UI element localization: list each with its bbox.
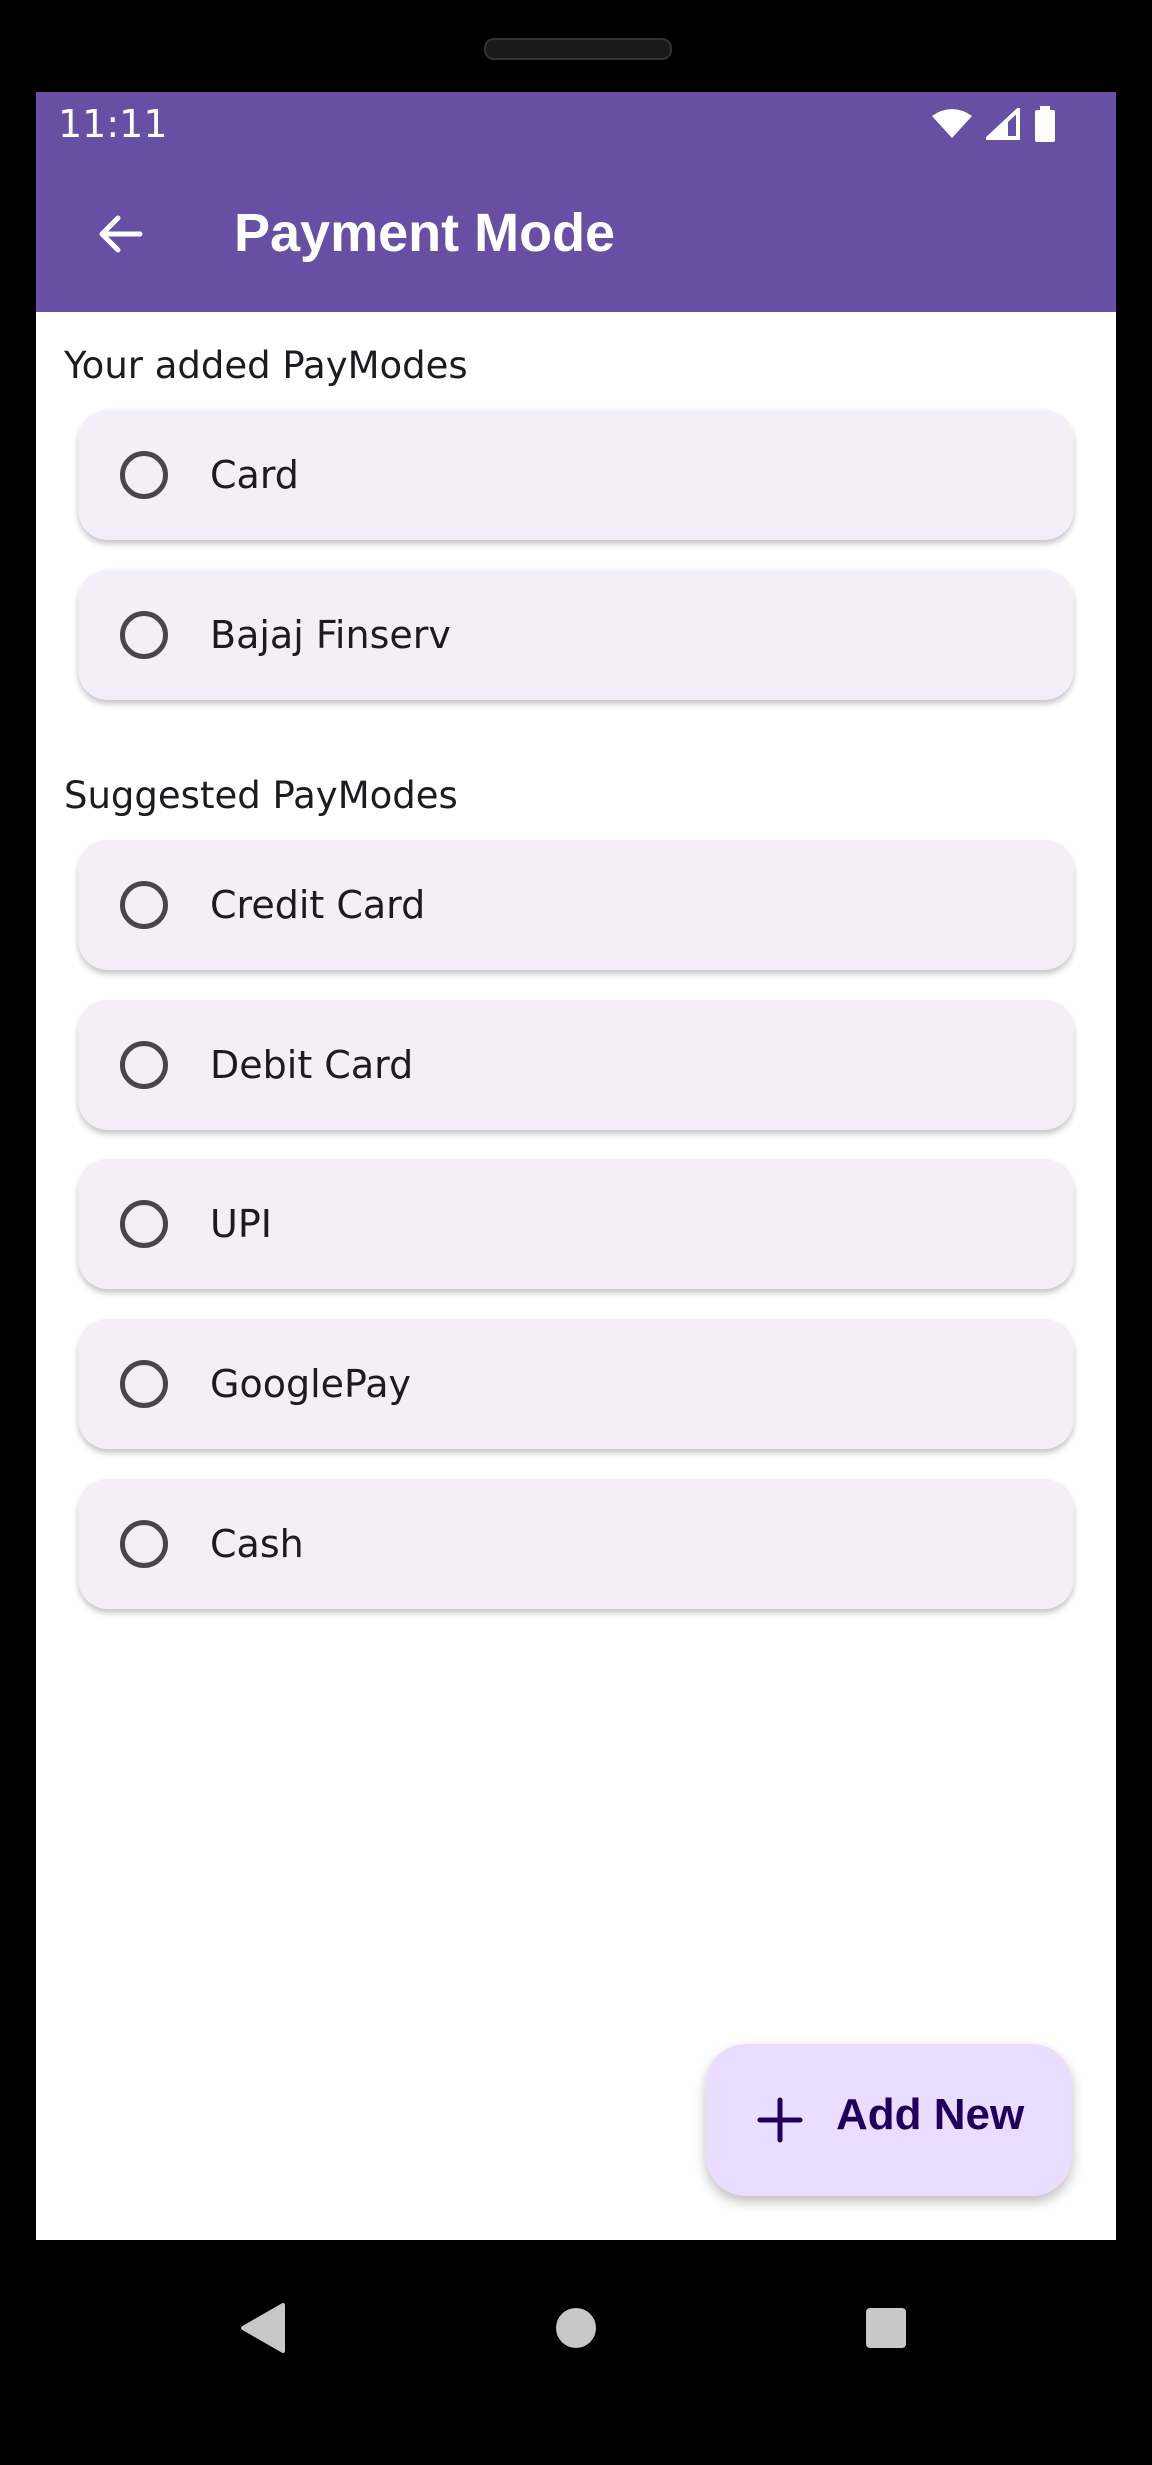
paymode-option-label: Debit Card (210, 1043, 414, 1087)
system-navigation-bar (0, 2240, 1152, 2410)
section-label-added: Your added PayModes (64, 344, 468, 387)
arrow-back-icon (96, 210, 144, 262)
paymode-option-label: GooglePay (210, 1362, 411, 1406)
page-title: Payment Mode (234, 203, 616, 263)
paymode-option-label: Credit Card (210, 883, 426, 927)
paymode-option-cash[interactable]: Cash (78, 1479, 1074, 1609)
top-app-bar: Payment Mode (36, 162, 1116, 312)
nav-back-button[interactable] (232, 2300, 292, 2360)
add-new-label: Add New (836, 2090, 1025, 2139)
paymode-option-label: UPI (210, 1202, 272, 1246)
radio-button-icon[interactable] (120, 611, 168, 659)
paymode-option-googlepay[interactable]: GooglePay (78, 1319, 1074, 1449)
nav-recents-button[interactable] (856, 2300, 916, 2360)
status-bar: 11:11 (36, 92, 1116, 162)
radio-button-icon[interactable] (120, 1360, 168, 1408)
radio-button-icon[interactable] (120, 1520, 168, 1568)
home-circle-icon (554, 2306, 598, 2354)
paymode-option-card[interactable]: Card (78, 410, 1074, 540)
paymode-option-label: Card (210, 453, 299, 497)
wifi-icon (932, 108, 972, 144)
app-screen: 11:11 Payment Mode Your added PayModes C… (36, 92, 1116, 2240)
cellular-signal-icon (982, 105, 1020, 144)
back-triangle-icon (239, 2303, 285, 2357)
back-button[interactable] (76, 192, 164, 280)
paymode-option-label: Bajaj Finserv (210, 613, 451, 657)
paymode-option-credit-card[interactable]: Credit Card (78, 840, 1074, 970)
radio-button-icon[interactable] (120, 881, 168, 929)
add-new-button[interactable]: Add New (706, 2044, 1072, 2196)
phone-frame: 11:11 Payment Mode Your added PayModes C… (0, 0, 1152, 2465)
status-time: 11:11 (58, 102, 168, 146)
plus-icon (756, 2096, 804, 2144)
paymode-option-label: Cash (210, 1522, 304, 1566)
radio-button-icon[interactable] (120, 1200, 168, 1248)
recents-square-icon (864, 2306, 908, 2354)
battery-icon (1034, 106, 1056, 146)
paymode-option-upi[interactable]: UPI (78, 1159, 1074, 1289)
status-icons (932, 104, 1056, 148)
radio-button-icon[interactable] (120, 451, 168, 499)
paymode-option-bajaj-finserv[interactable]: Bajaj Finserv (78, 570, 1074, 700)
paymode-option-debit-card[interactable]: Debit Card (78, 1000, 1074, 1130)
nav-home-button[interactable] (546, 2300, 606, 2360)
section-label-suggested: Suggested PayModes (64, 774, 458, 817)
radio-button-icon[interactable] (120, 1041, 168, 1089)
earpiece-speaker (484, 38, 672, 60)
